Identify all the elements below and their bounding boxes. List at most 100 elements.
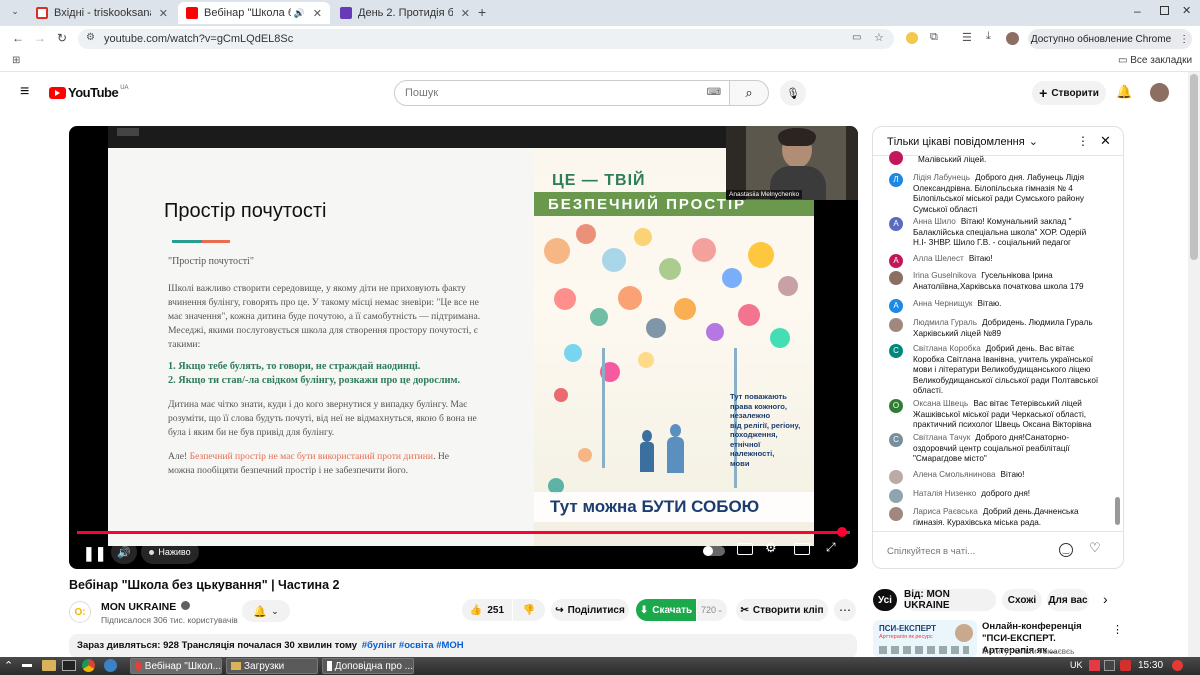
more-actions-button[interactable]: ⋯ <box>834 599 856 621</box>
page-scrollbar-thumb[interactable] <box>1190 74 1198 260</box>
chat-author-name[interactable]: Світлана Тачук <box>913 433 970 442</box>
subscribe-bell-button[interactable]: 🔔 ⌄ <box>242 600 290 622</box>
update-chrome-button[interactable]: Доступно обновление Chrome ⋮ <box>1028 29 1192 49</box>
minimize-icon[interactable]: – <box>1134 4 1141 18</box>
filter-chip-channel[interactable]: Від: MON UKRAINE <box>904 589 996 611</box>
chat-author-name[interactable]: Лариса Раєвська <box>913 507 978 516</box>
emoji-icon[interactable]: ‿ <box>1059 543 1073 557</box>
chat-author-name[interactable]: Алла Шелест <box>913 254 964 263</box>
autoplay-toggle[interactable] <box>703 546 725 556</box>
tab-search-button[interactable]: ⌄ <box>8 6 22 20</box>
close-icon[interactable]: ✕ <box>159 7 168 20</box>
close-icon[interactable]: ✕ <box>313 7 322 20</box>
recommendation-channel[interactable]: Інститут Ольги Гоюаєвєь <box>982 647 1074 656</box>
more-vert-icon[interactable]: ⋮ <box>1179 34 1189 45</box>
chat-author-avatar[interactable] <box>889 271 903 285</box>
search-button[interactable]: ⌕ <box>729 80 769 106</box>
like-button[interactable]: 👍 251 <box>462 599 512 621</box>
dislike-button[interactable]: 👎 <box>513 599 545 621</box>
subtitles-icon[interactable] <box>737 543 753 555</box>
address-bar[interactable]: ⚙ youtube.com/watch?v=gCmLQdEL8Sc ▭ ☆ <box>78 29 894 49</box>
chat-author-name[interactable]: Світлана Коробка <box>913 344 981 353</box>
site-info-icon[interactable]: ⚙ <box>86 32 95 43</box>
live-badge[interactable]: Наживо <box>141 540 199 564</box>
settings-gear-icon[interactable]: ⚙ <box>765 540 777 556</box>
apps-icon[interactable]: ⊞ <box>12 55 20 66</box>
bookmark-star-icon[interactable]: ☆ <box>874 31 884 44</box>
chat-author-avatar[interactable] <box>889 151 903 165</box>
terminal-icon[interactable] <box>62 660 76 671</box>
new-tab-button[interactable]: + <box>478 4 486 20</box>
keyboard-icon[interactable]: ⌨ <box>707 87 721 98</box>
chat-author-avatar[interactable]: С <box>889 344 903 358</box>
video-player[interactable]: Простір почутості "Простір почутості" Шк… <box>69 126 858 569</box>
chat-author-avatar[interactable]: Л <box>889 173 903 187</box>
chat-author-name[interactable]: Наталія Низенко <box>913 489 976 498</box>
chat-close-icon[interactable]: ✕ <box>1100 133 1111 149</box>
chat-author-avatar[interactable]: А <box>889 299 903 313</box>
download-button[interactable]: ⬇ Скачать <box>636 599 696 621</box>
fullscreen-icon[interactable]: ⤢ <box>826 540 836 555</box>
miniplayer-icon[interactable] <box>794 543 810 555</box>
chat-scrollbar[interactable] <box>1115 497 1120 525</box>
recommendation-more-icon[interactable]: ⋮ <box>1112 623 1123 636</box>
chat-author-name[interactable]: Лідія Лабунець <box>913 173 970 182</box>
tray-app-icon[interactable] <box>1172 660 1183 671</box>
chat-author-name[interactable]: Людмила Гураль <box>913 318 977 327</box>
forward-icon[interactable]: → <box>34 31 46 45</box>
language-indicator[interactable]: UK <box>1070 660 1083 670</box>
download-icon[interactable]: ⤓ <box>986 30 991 43</box>
chat-author-name[interactable]: Оксана Швець <box>913 399 968 408</box>
profile-avatar[interactable] <box>1006 32 1019 45</box>
clip-button[interactable]: ✂ Створити кліп <box>736 599 828 621</box>
clock[interactable]: 15:30 <box>1138 660 1163 671</box>
taskbar-task-downloads[interactable]: Загрузки <box>226 658 318 674</box>
taskbar-task-chrome[interactable]: Вебінар "Школ... <box>130 658 222 674</box>
search-input[interactable]: Пошук ⌨ <box>394 80 730 106</box>
share-button[interactable]: ↪ Поділитися <box>551 599 629 621</box>
audio-icon[interactable]: 🔊 <box>294 8 305 19</box>
media-icon[interactable]: ☰ <box>962 31 972 44</box>
progress-scrubber[interactable] <box>837 527 848 537</box>
chat-author-avatar[interactable] <box>889 470 903 484</box>
channel-name[interactable]: MON UKRAINE <box>101 601 191 613</box>
voice-search-button[interactable]: 🎙 <box>780 80 806 106</box>
back-icon[interactable]: ← <box>12 31 24 45</box>
chat-header[interactable]: Тільки цікаві повідомлення ⌄ <box>887 135 1038 148</box>
chat-author-name[interactable]: Анна Шило <box>913 217 956 226</box>
filter-chip-related[interactable]: Схожі <box>1002 589 1042 611</box>
close-icon[interactable]: ✕ <box>461 7 470 20</box>
chat-author-name[interactable]: Алена Смольянинова <box>913 470 996 479</box>
chat-author-avatar[interactable] <box>889 318 903 332</box>
chat-more-icon[interactable]: ⋮ <box>1077 134 1089 148</box>
cast-icon[interactable]: ▭ <box>852 32 861 43</box>
menu-icon[interactable]: ≡ <box>20 84 29 100</box>
reload-icon[interactable]: ↻ <box>57 31 67 45</box>
taskbar-task-document[interactable]: Доповідна про ... <box>322 658 414 674</box>
create-button[interactable]: + Створити <box>1032 81 1106 105</box>
chat-author-avatar[interactable]: С <box>889 433 903 447</box>
tray-app-icon[interactable] <box>1104 660 1115 671</box>
all-bookmarks[interactable]: ▭ Все закладки <box>1118 55 1192 66</box>
chips-next-icon[interactable]: › <box>1103 591 1108 607</box>
maximize-icon[interactable] <box>1160 6 1169 15</box>
notifications-bell-icon[interactable]: 🔔 <box>1116 84 1132 100</box>
chat-author-avatar[interactable] <box>889 507 903 521</box>
chat-input[interactable]: Спілкуйтеся в чаті... <box>887 541 1059 561</box>
tab-youtube[interactable]: Вебінар "Школа без ц 🔊 ✕ <box>178 2 330 24</box>
channel-avatar[interactable]: O: <box>69 601 91 623</box>
heart-icon[interactable]: ♡ <box>1089 540 1101 556</box>
chat-author-avatar[interactable]: А <box>889 254 903 268</box>
recommendation-thumbnail[interactable]: ПСИ-ЕКСПЕРТ Арттерапія як ресурс <box>873 620 977 657</box>
volume-button[interactable]: 🔊 <box>111 540 137 564</box>
filter-chip-for-you[interactable]: Для вас <box>1047 589 1089 611</box>
tab-forms[interactable]: День 2. Протидія булінг ✕ <box>332 2 478 24</box>
start-menu-icon[interactable]: ⌃ <box>4 659 13 672</box>
chat-author-name[interactable]: Irina Guselnikova <box>913 271 976 280</box>
quality-select[interactable]: 720 ⌄ <box>697 599 727 621</box>
youtube-logo[interactable]: YouTube UA <box>49 85 129 100</box>
browser-launcher-icon[interactable] <box>104 659 117 672</box>
file-manager-icon[interactable] <box>42 660 56 671</box>
description-box[interactable]: Зараз дивляться: 928 Трансляція почалася… <box>69 634 857 658</box>
tab-gmail[interactable]: Вхідні - triskooksana@g ✕ <box>28 2 176 24</box>
